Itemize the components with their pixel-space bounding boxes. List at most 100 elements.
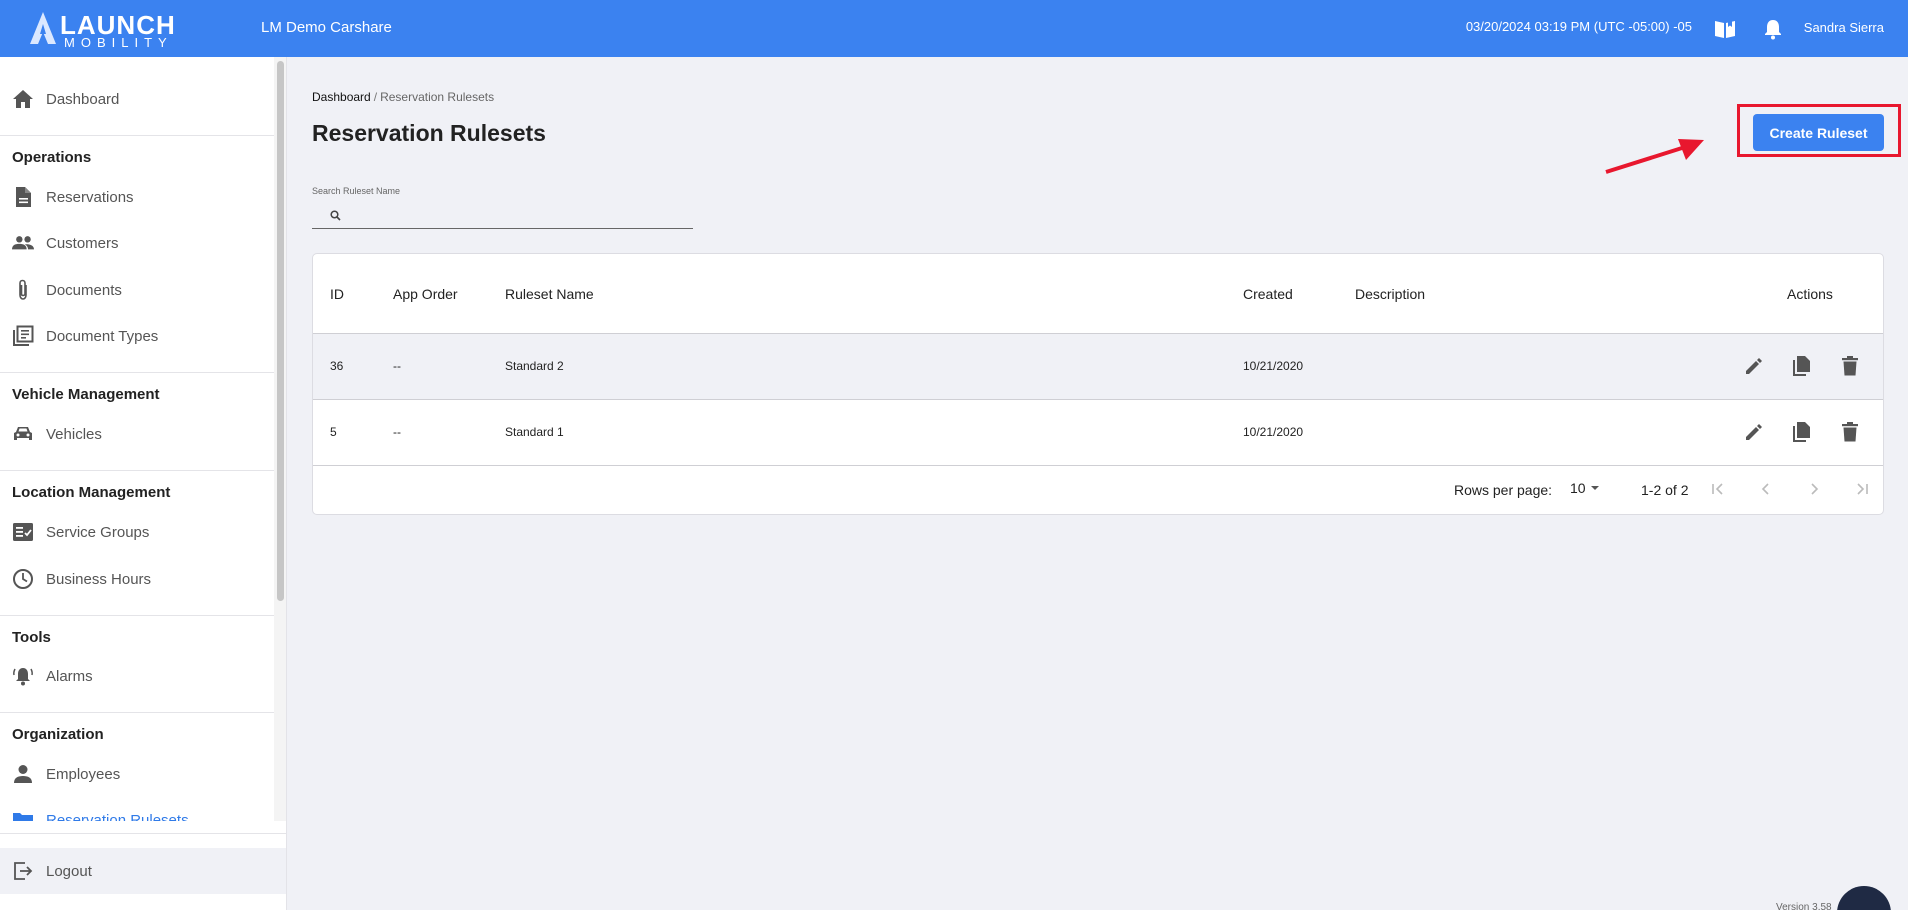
car-icon: [12, 423, 34, 445]
sidebar-item-label: Customers: [46, 234, 119, 252]
cell-id: 36: [330, 359, 344, 373]
sidebar-item-reservation-rulesets[interactable]: Reservation Rulesets: [0, 798, 274, 821]
page-title: Reservation Rulesets: [312, 120, 546, 146]
alarm-bell-icon: [12, 665, 34, 687]
column-header-ruleset-name[interactable]: Ruleset Name: [505, 286, 594, 302]
sidebar: Dashboard Operations Reservations Custom…: [0, 57, 287, 910]
sidebar-item-customers[interactable]: Customers: [0, 221, 274, 265]
copy-icon[interactable]: [1790, 420, 1814, 444]
search-label: Search Ruleset Name: [312, 186, 401, 196]
cell-id: 5: [330, 425, 337, 439]
pagination-range: 1-2 of 2: [1641, 482, 1689, 498]
search-icon: [330, 208, 342, 221]
sidebar-item-label: Service Groups: [46, 523, 150, 541]
rulesets-table: ID App Order Ruleset Name Created Descri…: [312, 253, 1884, 515]
search-input[interactable]: [350, 202, 690, 226]
rows-per-page-label: Rows per page:: [1454, 482, 1553, 498]
sidebar-item-label: Dashboard: [46, 90, 120, 108]
sidebar-item-service-groups[interactable]: Service Groups: [0, 510, 274, 554]
logout-label: Logout: [46, 862, 92, 880]
top-bar: LAUNCH MOBILITY LM Demo Carshare 03/20/2…: [0, 0, 1908, 57]
column-header-created[interactable]: Created: [1243, 286, 1293, 302]
book-icon[interactable]: [1712, 16, 1738, 42]
first-page-icon[interactable]: [1706, 477, 1730, 501]
search-underline: [312, 228, 693, 229]
breadcrumb-current: Reservation Rulesets: [380, 90, 495, 104]
search-ruleset-field: Search Ruleset Name: [312, 186, 693, 229]
column-header-description[interactable]: Description: [1355, 286, 1425, 302]
cell-ruleset-name: Standard 1: [505, 425, 564, 439]
breadcrumb-separator: /: [373, 90, 378, 104]
sidebar-item-label: Document Types: [46, 327, 159, 345]
edit-icon[interactable]: [1742, 354, 1766, 378]
chat-widget-icon[interactable]: [1837, 886, 1891, 910]
row-divider: [313, 465, 1883, 466]
divider: [0, 372, 274, 373]
rows-per-page-select[interactable]: 10: [1570, 480, 1604, 496]
delete-icon[interactable]: [1838, 420, 1862, 444]
sidebar-item-label: Reservations: [46, 188, 134, 206]
cell-created: 10/21/2020: [1243, 425, 1304, 439]
table-row[interactable]: 5 -- Standard 1 10/21/2020: [313, 400, 1883, 465]
breadcrumb-dashboard-link[interactable]: Dashboard: [312, 90, 371, 104]
previous-page-icon[interactable]: [1754, 477, 1778, 501]
bell-icon[interactable]: [1760, 16, 1786, 42]
sidebar-item-label: Alarms: [46, 667, 93, 685]
cell-ruleset-name: Standard 2: [505, 359, 564, 373]
current-datetime: 03/20/2024 03:19 PM (UTC -05:00) -05: [1465, 19, 1692, 34]
document-icon: [12, 186, 34, 208]
section-title-operations: Operations: [12, 149, 92, 166]
person-icon: [12, 763, 34, 785]
sidebar-item-reservations[interactable]: Reservations: [0, 175, 274, 219]
sidebar-nav: Dashboard Operations Reservations Custom…: [0, 57, 274, 821]
divider: [0, 833, 286, 834]
copy-icon[interactable]: [1790, 354, 1814, 378]
column-header-id[interactable]: ID: [330, 286, 344, 302]
sidebar-item-dashboard[interactable]: Dashboard: [0, 77, 274, 121]
divider: [0, 615, 274, 616]
column-header-app-order[interactable]: App Order: [393, 286, 458, 302]
section-title-tools: Tools: [12, 629, 51, 646]
section-title-vehicle-management: Vehicle Management: [12, 386, 160, 403]
home-icon: [12, 88, 34, 110]
launch-mobility-logo[interactable]: LAUNCH MOBILITY: [28, 10, 178, 50]
logout-button[interactable]: Logout: [0, 848, 286, 894]
people-icon: [12, 232, 34, 254]
sidebar-item-label: Documents: [46, 281, 122, 299]
logo-mark-icon: [30, 12, 56, 44]
dropdown-arrow-icon: [1590, 486, 1599, 490]
section-title-location-management: Location Management: [12, 484, 171, 501]
divider: [0, 712, 274, 713]
clock-icon: [12, 568, 34, 590]
sidebar-item-label: Business Hours: [46, 570, 152, 588]
sidebar-item-alarms[interactable]: Alarms: [0, 654, 274, 698]
sidebar-item-employees[interactable]: Employees: [0, 752, 274, 796]
sidebar-item-vehicles[interactable]: Vehicles: [0, 412, 274, 456]
organization-name: LM Demo Carshare: [261, 19, 392, 36]
paperclip-icon: [12, 279, 34, 301]
breadcrumb: Dashboard / Reservation Rulesets: [312, 90, 494, 104]
sidebar-item-label: Employees: [46, 765, 121, 783]
delete-icon[interactable]: [1838, 354, 1862, 378]
sidebar-item-documents[interactable]: Documents: [0, 268, 274, 312]
edit-icon[interactable]: [1742, 420, 1766, 444]
sidebar-scrollbar-thumb[interactable]: [277, 61, 284, 601]
sidebar-item-label: Vehicles: [46, 425, 102, 443]
create-ruleset-button[interactable]: Create Ruleset: [1753, 114, 1884, 151]
next-page-icon[interactable]: [1802, 477, 1826, 501]
table-row[interactable]: 36 -- Standard 2 10/21/2020: [313, 334, 1883, 399]
sidebar-item-label: Reservation Rulesets: [46, 811, 189, 822]
logout-icon: [12, 860, 34, 882]
sidebar-item-business-hours[interactable]: Business Hours: [0, 557, 274, 601]
sidebar-item-document-types[interactable]: Document Types: [0, 314, 274, 358]
cell-app-order: --: [393, 359, 401, 373]
user-name[interactable]: Sandra Sierra: [1804, 20, 1884, 35]
rows-per-page-value: 10: [1570, 480, 1586, 496]
checklist-icon: [12, 521, 34, 543]
column-header-actions: Actions: [1787, 286, 1833, 302]
folder-icon: [12, 809, 34, 821]
arrow-annotation-icon: [1605, 139, 1704, 174]
last-page-icon[interactable]: [1850, 477, 1874, 501]
library-books-icon: [12, 325, 34, 347]
logo-sub-text: MOBILITY: [64, 35, 173, 50]
